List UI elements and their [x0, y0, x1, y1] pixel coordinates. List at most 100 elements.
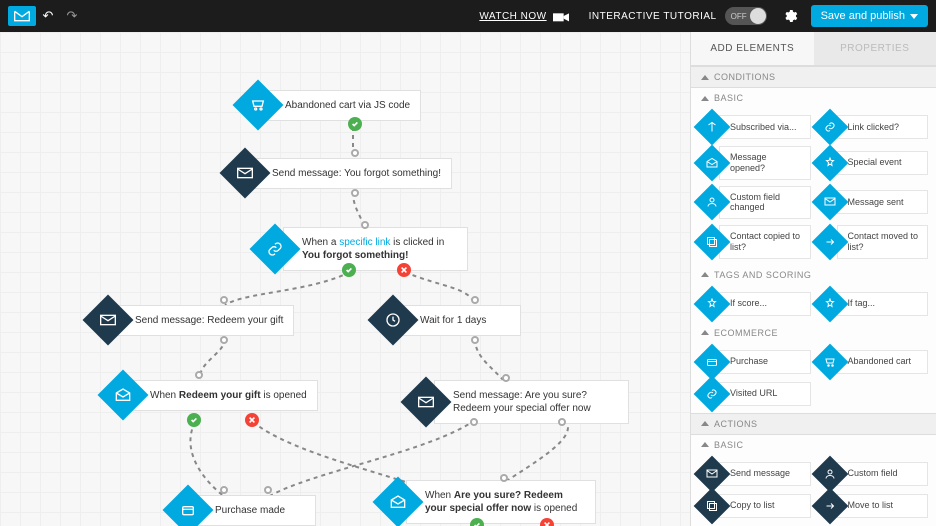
gear-icon	[782, 8, 798, 24]
cross-badge	[397, 263, 411, 277]
node-abandoned-cart[interactable]: Abandoned cart via JS code	[240, 87, 421, 123]
palette-item[interactable]: Link clicked?	[817, 114, 929, 140]
port-out[interactable]	[351, 189, 359, 197]
element-label: Message opened?	[719, 146, 811, 180]
tab-properties[interactable]: PROPERTIES	[814, 32, 936, 66]
chevron-up-icon	[701, 421, 709, 426]
port-in[interactable]	[500, 474, 508, 482]
port-in[interactable]	[195, 371, 203, 379]
sub-basic: BASIC	[691, 88, 936, 108]
chevron-up-icon	[701, 330, 709, 335]
node-areyousure-opened[interactable]: When Are you sure? Redeem your special o…	[380, 480, 596, 524]
chevron-down-icon	[910, 14, 918, 19]
node-label: Abandoned cart via JS code	[266, 90, 421, 121]
palette-item[interactable]: Purchase	[699, 349, 811, 375]
port-in[interactable]	[220, 296, 228, 304]
tutorial-label: INTERACTIVE TUTORIAL	[589, 11, 717, 22]
settings-button[interactable]	[781, 7, 799, 25]
element-label: Move to list	[837, 494, 929, 518]
palette-item[interactable]: Custom field	[817, 461, 929, 487]
node-send-areyousure[interactable]: Send message: Are you sure? Redeem your …	[408, 380, 629, 424]
palette-item[interactable]: Special event	[817, 146, 929, 180]
workflow-canvas[interactable]: Abandoned cart via JS code Send message:…	[0, 32, 690, 526]
port-in[interactable]	[351, 149, 359, 157]
palette-item[interactable]: Move to list	[817, 493, 929, 519]
cart-icon	[233, 80, 284, 131]
node-purchase-made[interactable]: Purchase made	[170, 492, 316, 526]
port-in[interactable]	[502, 374, 510, 382]
tutorial-toggle[interactable]: OFF	[725, 7, 767, 25]
element-label: Custom field	[837, 462, 929, 486]
node-send-forgot[interactable]: Send message: You forgot something!	[227, 155, 452, 191]
port-in[interactable]	[361, 221, 369, 229]
element-label: Contact moved to list?	[837, 225, 929, 259]
undo-button[interactable]: ↶	[36, 8, 60, 24]
port-out[interactable]	[471, 336, 479, 344]
palette-item[interactable]: Subscribed via...	[699, 114, 811, 140]
check-badge	[470, 518, 484, 526]
check-badge	[342, 263, 356, 277]
node-redeem-opened[interactable]: When Redeem your gift is opened	[105, 377, 318, 413]
check-badge	[348, 117, 362, 131]
cross-badge	[540, 518, 554, 526]
palette-item[interactable]: Abandoned cart	[817, 349, 929, 375]
chevron-up-icon	[701, 96, 709, 101]
element-label: Copy to list	[719, 494, 811, 518]
element-label: If tag...	[837, 292, 929, 316]
sub-ecom: ECOMMERCE	[691, 323, 936, 343]
mail-icon	[83, 295, 134, 346]
palette-item[interactable]: Visited URL	[699, 381, 811, 407]
top-bar: ↶ ↷ WATCH NOW INTERACTIVE TUTORIAL OFF S…	[0, 0, 936, 32]
clock-icon	[368, 295, 419, 346]
check-badge	[187, 413, 201, 427]
palette-item[interactable]: Contact moved to list?	[817, 225, 929, 259]
element-label: If score...	[719, 292, 811, 316]
panel-tabs: ADD ELEMENTS PROPERTIES	[691, 32, 936, 66]
element-label: Contact copied to list?	[719, 225, 811, 259]
chevron-up-icon	[701, 75, 709, 80]
element-label: Visited URL	[719, 382, 811, 406]
sub-tags: TAGS AND SCORING	[691, 265, 936, 285]
node-label: When Redeem your gift is opened	[131, 380, 318, 411]
node-label: Send message: Are you sure? Redeem your …	[434, 380, 629, 424]
palette-item[interactable]: Contact copied to list?	[699, 225, 811, 259]
node-label: Wait for 1 days	[401, 305, 521, 336]
redo-button[interactable]: ↷	[60, 8, 84, 24]
mail-icon	[220, 148, 271, 199]
chevron-up-icon	[701, 272, 709, 277]
palette-item[interactable]: If score...	[699, 291, 811, 317]
element-label: Purchase	[719, 350, 811, 374]
port-out[interactable]	[470, 418, 478, 426]
watch-now-link[interactable]: WATCH NOW	[479, 11, 546, 22]
node-wait[interactable]: Wait for 1 days	[375, 302, 521, 338]
port-out[interactable]	[558, 418, 566, 426]
cross-badge	[245, 413, 259, 427]
section-actions[interactable]: ACTIONS	[691, 413, 936, 435]
port-in[interactable]	[220, 486, 228, 494]
port-in[interactable]	[471, 296, 479, 304]
envelope-icon	[14, 10, 30, 22]
video-icon	[553, 10, 569, 22]
tab-add-elements[interactable]: ADD ELEMENTS	[691, 32, 814, 66]
palette-item[interactable]: Message opened?	[699, 146, 811, 180]
node-label: When a specific link is clicked in You f…	[283, 227, 468, 271]
node-label: When Are you sure? Redeem your special o…	[406, 480, 596, 524]
palette-item[interactable]: Custom field changed	[699, 186, 811, 220]
open-mail-icon	[98, 370, 149, 421]
section-conditions[interactable]: CONDITIONS	[691, 66, 936, 88]
toggle-knob	[750, 8, 766, 24]
port-in[interactable]	[264, 486, 272, 494]
sub-actions-basic: BASIC	[691, 435, 936, 455]
node-link-clicked[interactable]: When a specific link is clicked in You f…	[257, 227, 468, 271]
chevron-up-icon	[701, 442, 709, 447]
node-label: Send message: You forgot something!	[253, 158, 452, 189]
node-send-redeem[interactable]: Send message: Redeem your gift	[90, 302, 294, 338]
save-publish-button[interactable]: Save and publish	[811, 5, 928, 27]
palette-item[interactable]: If tag...	[817, 291, 929, 317]
palette-item[interactable]: Message sent	[817, 186, 929, 220]
palette-item[interactable]: Copy to list	[699, 493, 811, 519]
element-label: Message sent	[837, 190, 929, 214]
port-out[interactable]	[220, 336, 228, 344]
app-logo[interactable]	[8, 6, 36, 26]
palette-item[interactable]: Send message	[699, 461, 811, 487]
